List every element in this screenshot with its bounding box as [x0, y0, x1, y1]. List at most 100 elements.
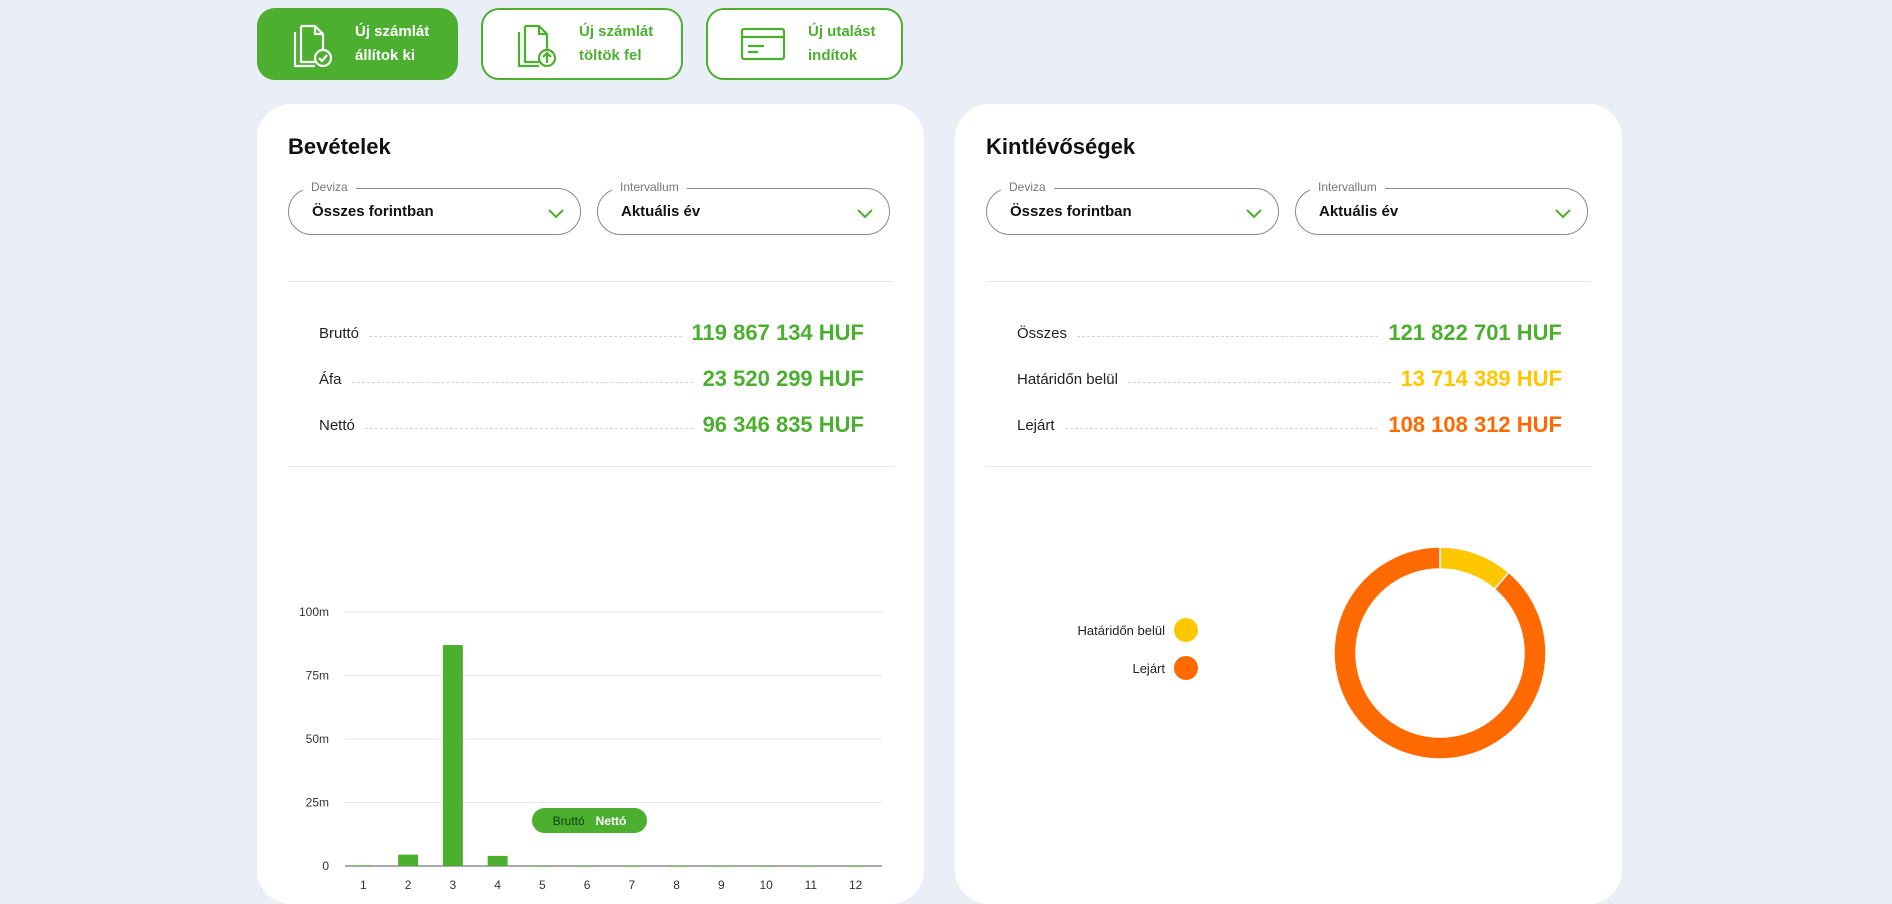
income-card: Bevételek Deviza Összes forintban Interv… [257, 104, 924, 904]
net-value: 96 346 835 HUF [702, 412, 864, 437]
y-tick-label: 100m [299, 605, 329, 619]
legend-overdue[interactable]: Lejárt [1132, 656, 1198, 680]
bar-month-7 [621, 866, 642, 867]
summary-row-overdue: Lejárt 108 108 312 HUF [1017, 402, 1562, 448]
chevron-down-icon [1246, 206, 1262, 224]
x-tick-label: 5 [539, 878, 546, 892]
bar-month-12 [845, 866, 866, 867]
bar-month-11 [800, 866, 821, 867]
interval-select-value: Aktuális év [1319, 203, 1399, 220]
divider [986, 466, 1591, 467]
vat-label: Áfa [319, 370, 342, 388]
receivables-summary: Összes 121 822 701 HUF Határidőn belül 1… [1017, 310, 1562, 448]
y-tick-label: 25m [306, 796, 329, 810]
x-tick-label: 2 [405, 878, 412, 892]
leader-dots [364, 427, 693, 429]
card-icon [740, 26, 786, 62]
interval-select-label: Intervallum [1310, 180, 1385, 194]
interval-select-label: Intervallum [612, 180, 687, 194]
receivables-currency-select[interactable]: Deviza Összes forintban [986, 180, 1279, 235]
total-value: 121 822 701 HUF [1388, 320, 1562, 345]
total-label: Összes [1017, 324, 1068, 342]
interval-select-value: Aktuális év [621, 203, 701, 220]
receivables-interval-select[interactable]: Intervallum Aktuális év [1295, 180, 1588, 235]
income-title: Bevételek [288, 134, 391, 159]
legend-netto[interactable]: Nettó [596, 814, 627, 828]
legend-label: Határidőn belül [1077, 622, 1165, 638]
y-tick-label: 75m [306, 669, 329, 683]
net-label: Nettó [319, 416, 355, 434]
y-tick-label: 0 [322, 859, 329, 873]
x-tick-label: 7 [629, 878, 636, 892]
bar-month-8 [666, 866, 687, 867]
donut-slice-overdue[interactable] [1333, 546, 1547, 760]
income-currency-select[interactable]: Deviza Összes forintban [288, 180, 581, 235]
currency-select-value: Összes forintban [1010, 203, 1132, 220]
x-tick-label: 4 [494, 878, 501, 892]
quick-actions: Új számlát állítok ki Új számlát töltök fe… [257, 8, 903, 80]
divider [288, 281, 893, 282]
x-tick-label: 12 [849, 878, 863, 892]
donut-slice-within-deadline[interactable] [1439, 546, 1510, 591]
gross-label: Bruttó [319, 324, 360, 342]
within-deadline-value: 13 714 389 HUF [1400, 366, 1562, 391]
bar-month-1 [353, 865, 374, 867]
gross-value: 119 867 134 HUF [691, 320, 864, 345]
upload-invoice-button[interactable]: Új számlát töltök fel [481, 8, 683, 80]
currency-select-label: Deviza [1001, 180, 1054, 194]
bar-month-3 [442, 645, 463, 866]
chevron-down-icon [857, 206, 873, 224]
currency-select-value: Összes forintban [312, 203, 434, 220]
x-tick-label: 1 [360, 878, 367, 892]
income-bar-chart: 025m50m75m100m1 2 3 4 5 6 7 8 9 10 11 12 [299, 605, 882, 892]
income-interval-select[interactable]: Intervallum Aktuális év [597, 180, 890, 235]
document-check-icon [291, 20, 333, 68]
legend-dot [1174, 618, 1198, 642]
bar-month-6 [577, 866, 598, 867]
legend-label: Lejárt [1132, 660, 1165, 676]
bar-month-5 [532, 866, 553, 867]
issue-invoice-button[interactable]: Új számlát állítok ki [257, 8, 458, 80]
new-transfer-button[interactable]: Új utalást indítok [706, 8, 903, 80]
leader-dots [1064, 427, 1379, 429]
legend-within-deadline[interactable]: Határidőn belül [1078, 618, 1198, 642]
x-tick-label: 9 [718, 878, 725, 892]
summary-row-vat: Áfa 23 520 299 HUF [319, 356, 864, 402]
receivables-title: Kintlévőségek [986, 134, 1136, 159]
document-upload-icon [515, 20, 557, 68]
x-tick-label: 3 [450, 878, 457, 892]
overdue-label: Lejárt [1017, 416, 1055, 434]
summary-row-within-deadline: Határidőn belül 13 714 389 HUF [1017, 356, 1562, 402]
income-summary: Bruttó 119 867 134 HUF Áfa 23 520 299 HU… [319, 310, 864, 448]
issue-invoice-label: Új számlát állítok ki [355, 23, 430, 64]
leader-dots [369, 335, 682, 337]
bar-month-9 [711, 866, 732, 867]
receivables-card: Kintlévőségek Deviza Összes forintban In… [955, 104, 1622, 904]
summary-row-gross: Bruttó 119 867 134 HUF [319, 310, 864, 356]
bar-month-2 [398, 854, 419, 866]
x-tick-label: 8 [673, 878, 680, 892]
leader-dots [351, 381, 693, 383]
leader-dots [1127, 381, 1391, 383]
chevron-down-icon [1555, 206, 1571, 224]
upload-invoice-label: Új számlát töltök fel [579, 23, 654, 64]
leader-dots [1077, 335, 1379, 337]
x-tick-label: 6 [584, 878, 591, 892]
new-transfer-label: Új utalást indítok [808, 23, 876, 64]
overdue-value: 108 108 312 HUF [1388, 412, 1562, 437]
bar-month-4 [487, 855, 508, 866]
currency-select-label: Deviza [303, 180, 356, 194]
chevron-down-icon [548, 206, 564, 224]
receivables-donut-chart [1333, 546, 1547, 760]
summary-row-net: Nettó 96 346 835 HUF [319, 402, 864, 448]
y-tick-label: 50m [306, 732, 329, 746]
divider [288, 466, 893, 467]
vat-value: 23 520 299 HUF [702, 366, 864, 391]
legend-brutto[interactable]: Bruttó [553, 814, 585, 828]
series-toggle[interactable]: Bruttó Nettó [532, 808, 647, 833]
x-tick-label: 10 [759, 878, 773, 892]
legend-dot [1174, 656, 1198, 680]
divider [986, 281, 1591, 282]
summary-row-total: Összes 121 822 701 HUF [1017, 310, 1562, 356]
x-tick-label: 11 [805, 878, 818, 892]
